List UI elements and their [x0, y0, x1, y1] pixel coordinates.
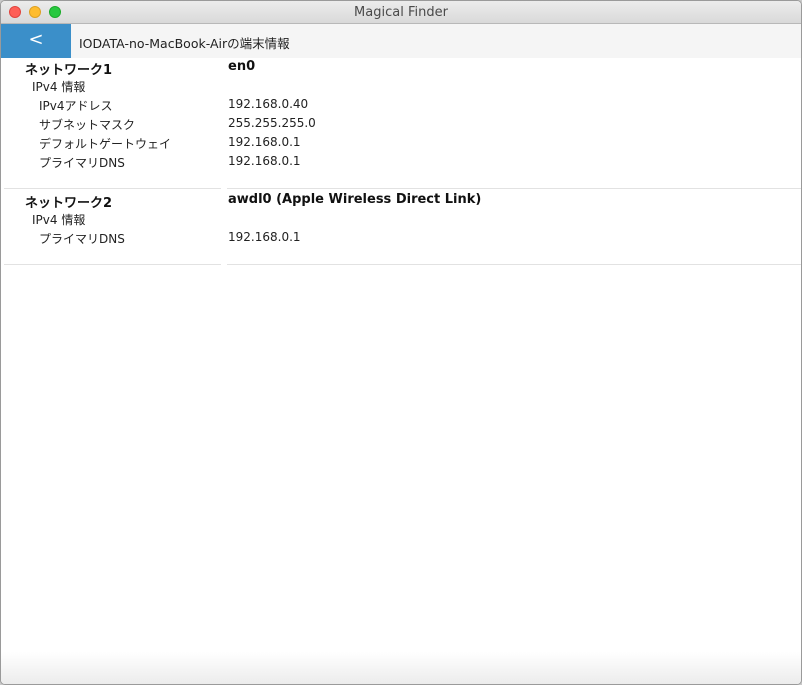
info-label: デフォルトゲートウェイ: [39, 137, 172, 151]
device-info-content: ネットワーク1 en0 IPv4 情報 IPv4アドレス 192.168.0.4…: [1, 58, 801, 653]
network-header-row: ネットワーク1 en0: [1, 59, 801, 78]
page-title: IODATA-no-MacBook-Airの端末情報: [79, 36, 290, 51]
info-value: 192.168.0.40: [228, 97, 309, 111]
network-header-row: ネットワーク2 awdl0 (Apple Wireless Direct Lin…: [1, 192, 801, 211]
info-label: IPv4アドレス: [39, 99, 113, 113]
info-label: プライマリDNS: [39, 156, 125, 170]
back-button[interactable]: <: [1, 24, 71, 58]
navigation-bar: < IODATA-no-MacBook-Airの端末情報: [1, 24, 801, 58]
window-bottom-edge: [1, 652, 801, 684]
section-divider: [4, 264, 801, 265]
title-bar[interactable]: Magical Finder: [1, 1, 801, 24]
ipv4-group-label: IPv4 情報: [32, 80, 86, 94]
divider-gap: [221, 264, 227, 265]
info-value: 192.168.0.1: [228, 135, 301, 149]
app-window: Magical Finder < IODATA-no-MacBook-Airの端…: [0, 0, 802, 685]
info-row: サブネットマスク 255.255.255.0: [1, 116, 801, 135]
info-row: デフォルトゲートウェイ 192.168.0.1: [1, 135, 801, 154]
network-interface: en0: [228, 59, 256, 74]
info-label: サブネットマスク: [39, 118, 136, 132]
ipv4-group-row: IPv4 情報: [1, 211, 801, 230]
network-label: ネットワーク1: [25, 63, 113, 78]
network-interface: awdl0 (Apple Wireless Direct Link): [228, 192, 482, 207]
ipv4-group-row: IPv4 情報: [1, 78, 801, 97]
info-value: 255.255.255.0: [228, 116, 316, 130]
info-row: プライマリDNS 192.168.0.1: [1, 154, 801, 173]
info-value: 192.168.0.1: [228, 230, 301, 244]
info-label: プライマリDNS: [39, 232, 125, 246]
window-title: Magical Finder: [354, 5, 448, 20]
network-section-1: ネットワーク1 en0 IPv4 情報 IPv4アドレス 192.168.0.4…: [1, 58, 801, 189]
info-row: IPv4アドレス 192.168.0.40: [1, 97, 801, 116]
info-row: プライマリDNS 192.168.0.1: [1, 230, 801, 249]
info-value: 192.168.0.1: [228, 154, 301, 168]
network-section-2: ネットワーク2 awdl0 (Apple Wireless Direct Lin…: [1, 189, 801, 265]
network-label: ネットワーク2: [25, 196, 113, 211]
ipv4-group-label: IPv4 情報: [32, 213, 86, 227]
